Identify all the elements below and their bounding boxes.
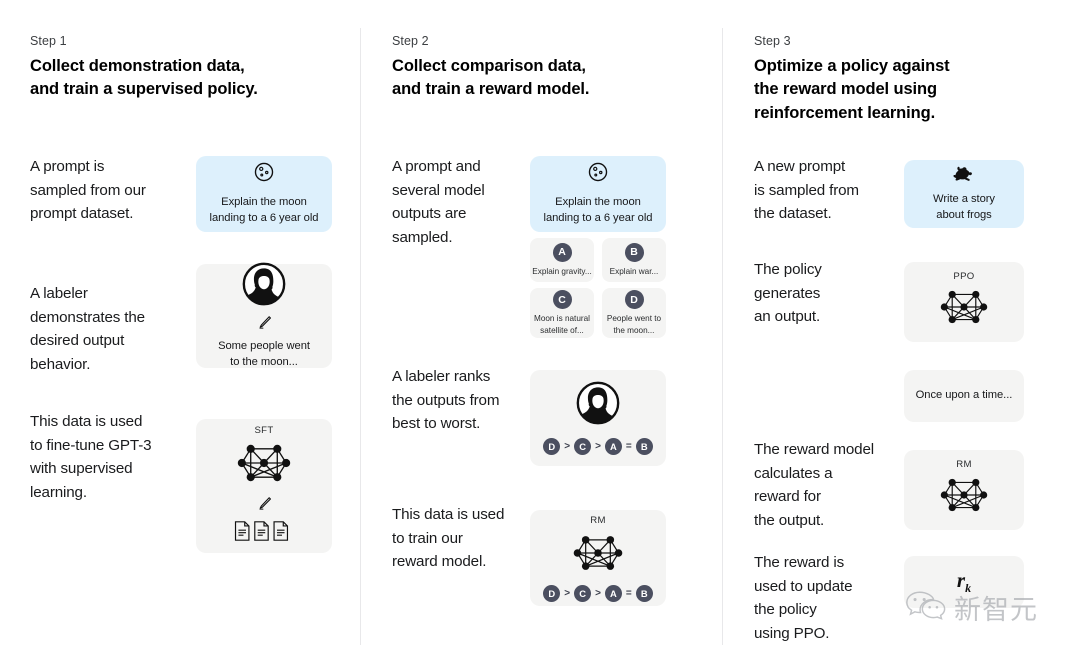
column-step-2: Step 2 Collect comparison data, and trai… (362, 0, 722, 663)
step-3-paragraph-1: A new prompt is sampled from the dataset… (754, 158, 859, 223)
column-divider-2 (722, 28, 723, 645)
step-2-ranking-row: D > C > A = B (543, 438, 653, 455)
option-badge-b: B (624, 242, 644, 262)
step-2-rm-card[interactable]: RM D > C > A = B (530, 510, 666, 606)
step-3-rm-tag: RM (956, 458, 972, 470)
step-3-ppo-card[interactable]: PPO (904, 262, 1024, 342)
rank-badge-4: A (604, 438, 622, 455)
option-text-a: Explain gravity... (532, 266, 592, 276)
option-text-b: Explain war... (609, 266, 659, 276)
step-3-ppo-tag: PPO (953, 270, 975, 282)
pencil-icon (256, 495, 273, 517)
moon-icon (253, 161, 275, 188)
step-2-rm-tag: RM (590, 514, 606, 526)
rm-rank-badge-0: D (543, 584, 561, 602)
labeler-avatar-icon (576, 381, 620, 430)
step-3-paragraph-4: The reward is used to update the policy … (754, 554, 853, 642)
watermark-text: 新智元 (954, 595, 1038, 626)
step-3-paragraph-3: The reward model calculates a reward for… (754, 441, 874, 529)
option-badge-d: D (624, 290, 644, 310)
step-1-title: Collect demonstration data, and train a … (30, 57, 258, 99)
option-text-d: People went to the moon... (606, 314, 662, 335)
labeler-avatar-icon (242, 262, 286, 311)
step-3-title: Optimize a policy against the reward mod… (754, 57, 950, 122)
rank-badge-0: D (543, 438, 561, 455)
step-2-title: Collect comparison data, and train a rew… (392, 57, 590, 99)
option-badge-a: A (552, 242, 572, 262)
rm-rank-op-5: = (625, 587, 632, 599)
step-2-option-card-b[interactable]: B Explain war... (602, 238, 666, 282)
rm-rank-badge-4: A (604, 584, 622, 602)
step-2-rm-ranking-row: D > C > A = B (543, 584, 653, 602)
neural-network-icon (233, 438, 295, 493)
step-1-labeler-card[interactable]: Some people went to the moon... (196, 262, 332, 368)
step-2-option-card-d[interactable]: D People went to the moon... (602, 288, 666, 338)
step-3-rm-card[interactable]: RM (904, 450, 1024, 530)
step-3-prompt-text: Write a story about frogs (933, 193, 995, 221)
step-2-labeler-card[interactable]: D > C > A = B (530, 370, 666, 466)
documents-icon (233, 519, 295, 548)
step-3-output-text: Once upon a time... (915, 389, 1013, 402)
step-1-prompt-text: Explain the moon landing to a 6 year old (209, 196, 319, 224)
neural-network-icon (569, 530, 627, 581)
neural-network-icon (936, 473, 992, 522)
neural-network-icon (936, 285, 992, 334)
step-1-label: Step 1 (30, 34, 67, 48)
rank-op-1: > (564, 441, 571, 452)
rm-rank-badge-6: B (635, 584, 653, 602)
step-1-paragraph-1: A prompt is sampled from our prompt data… (30, 158, 146, 223)
pencil-icon (256, 314, 273, 336)
rank-op-5: = (625, 441, 632, 452)
wechat-icon (905, 589, 947, 626)
column-divider-1 (360, 28, 361, 645)
step-2-option-card-a[interactable]: A Explain gravity... (530, 238, 594, 282)
step-2-paragraph-1: A prompt and several model outputs are s… (392, 158, 485, 246)
step-1-labeler-text: Some people went to the moon... (218, 339, 310, 368)
step-1-prompt-card[interactable]: Explain the moon landing to a 6 year old (196, 156, 332, 232)
rank-op-3: > (595, 441, 601, 452)
step-2-option-card-c[interactable]: C Moon is natural satellite of... (530, 288, 594, 338)
step-1-sft-card[interactable]: SFT (196, 419, 332, 553)
step-3-output-card[interactable]: Once upon a time... (904, 370, 1024, 422)
step-2-paragraph-2: A labeler ranks the outputs from best to… (392, 368, 500, 433)
moon-icon (587, 161, 609, 188)
rm-rank-op-1: > (564, 587, 571, 599)
rm-rank-badge-2: C (574, 584, 592, 602)
step-2-prompt-card[interactable]: Explain the moon landing to a 6 year old (530, 156, 666, 232)
step-1-paragraph-2: A labeler demonstrates the desired outpu… (30, 285, 145, 373)
frog-icon (952, 164, 976, 187)
column-step-1: Step 1 Collect demonstration data, and t… (0, 0, 360, 663)
step-3-paragraph-2: The policy generates an output. (754, 261, 822, 326)
step-2-prompt-text: Explain the moon landing to a 6 year old (543, 196, 653, 224)
step-1-sft-tag: SFT (254, 424, 274, 436)
option-text-c: Moon is natural satellite of... (534, 314, 590, 335)
column-step-3: Step 3 Optimize a policy against the rew… (724, 0, 1080, 663)
step-3-label: Step 3 (754, 34, 791, 48)
step-1-paragraph-3: This data is used to fine-tune GPT-3 wit… (30, 413, 152, 501)
diagram-root: Step 1 Collect demonstration data, and t… (0, 0, 1080, 663)
step-3-prompt-card[interactable]: Write a story about frogs (904, 160, 1024, 228)
rm-rank-op-3: > (595, 587, 601, 599)
step-2-label: Step 2 (392, 34, 429, 48)
watermark: 新智元 (905, 588, 1038, 627)
rank-badge-6: B (635, 438, 653, 455)
rank-badge-2: C (574, 438, 592, 455)
step-2-paragraph-3: This data is used to train our reward mo… (392, 506, 505, 571)
option-badge-c: C (552, 290, 572, 310)
